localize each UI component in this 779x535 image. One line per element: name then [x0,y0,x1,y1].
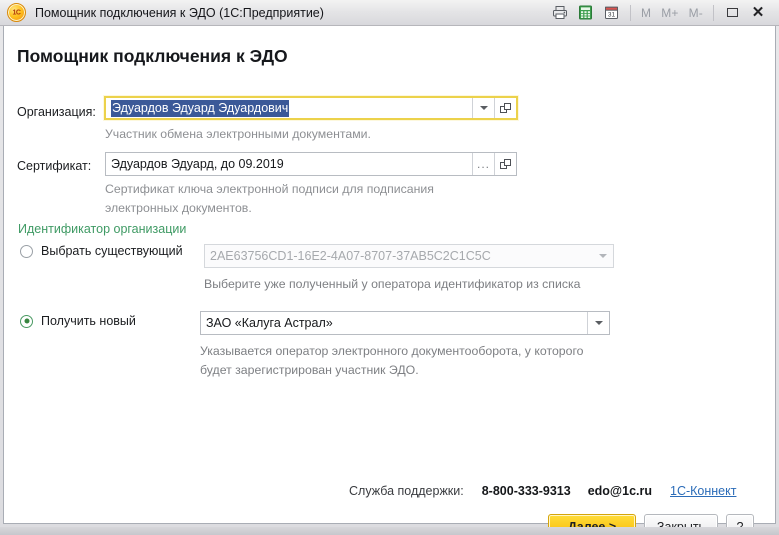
maximize-icon [726,8,738,17]
calculator-icon[interactable] [574,3,598,23]
organization-label: Организация: [17,105,96,119]
radio-new-identifier[interactable]: Получить новый [20,314,136,328]
certificate-value: Эдуардов Эдуард, до 09.2019 [111,157,284,171]
operator-value: ЗАО «Калуга Астрал» [206,316,333,330]
print-icon[interactable] [548,3,572,23]
radio-new-identifier-indicator [20,314,33,328]
certificate-input[interactable]: Эдуардов Эдуард, до 09.2019 ... [105,152,517,176]
organization-value: Эдуардов Эдуард Эдуардович [111,99,290,117]
organization-hint: Участник обмена электронными документами… [105,127,371,141]
open-window-icon [500,158,511,170]
operator-hint-line1: Указывается оператор электронного докуме… [200,344,584,358]
certificate-label: Сертификат: [17,159,92,173]
organization-open-button[interactable] [494,98,516,118]
dialog-client-area: Помощник подключения к ЭДО Организация: … [3,26,776,535]
chevron-down-icon [479,106,488,110]
organization-input[interactable]: Эдуардов Эдуард Эдуардович [104,96,518,120]
memory-add-button[interactable]: M+ [656,6,683,20]
window-controls-divider [713,4,714,21]
operator-hint-line2: будет зарегистрирован участник ЭДО. [200,363,419,377]
certificate-hint-line2: электронных документов. [105,201,252,215]
memory-recall-button[interactable]: M [636,6,656,20]
operator-dropdown-button[interactable] [587,312,609,334]
open-window-icon [500,102,511,114]
svg-text:31: 31 [608,12,616,19]
support-phone: 8-800-333-9313 [481,484,571,498]
1c-logo-icon [7,3,26,22]
identifier-section-title: Идентификатор организации [18,222,187,236]
support-line: Служба поддержки: 8-800-333-9313 edo@1c.… [349,484,736,498]
window-titlebar: Помощник подключения к ЭДО (1С:Предприят… [0,0,779,26]
existing-identifier-dropdown-button[interactable] [592,245,613,267]
existing-identifier-input[interactable]: 2AE63756CD1-16E2-4A07-8707-37AB5C2C1C5C [204,244,614,268]
support-email: edo@1c.ru [587,484,652,498]
certificate-hint-line1: Сертификат ключа электронной подписи для… [105,182,434,196]
close-icon: ✕ [751,4,765,21]
titlebar-tools: 31 M M+ M- ✕ [547,0,779,25]
1c-connect-link[interactable]: 1С-Коннект [670,484,736,498]
memory-subtract-button[interactable]: M- [684,6,708,20]
existing-identifier-hint: Выберите уже полученный у оператора иден… [204,277,581,291]
support-label: Служба поддержки: [349,484,464,498]
chevron-down-icon [594,321,603,325]
window-bottom-frame [0,527,779,535]
edo-connection-wizard-window: Помощник подключения к ЭДО (1С:Предприят… [0,0,779,535]
operator-input[interactable]: ЗАО «Калуга Астрал» [200,311,610,335]
ellipsis-icon: ... [476,157,490,171]
certificate-open-button[interactable] [494,153,516,175]
page-title: Помощник подключения к ЭДО [17,45,288,66]
toolbar-divider [629,4,631,21]
close-button[interactable]: ✕ [745,3,771,23]
maximize-button[interactable] [719,3,745,23]
radio-existing-identifier[interactable]: Выбрать существующий [20,244,183,258]
existing-identifier-value: 2AE63756CD1-16E2-4A07-8707-37AB5C2C1C5C [210,249,491,263]
organization-dropdown-button[interactable] [472,98,494,118]
organization-value-wrap: Эдуардов Эдуард Эдуардович [106,98,472,118]
radio-new-identifier-label: Получить новый [41,314,136,328]
window-title: Помощник подключения к ЭДО (1С:Предприят… [35,5,324,20]
calendar-icon[interactable]: 31 [600,3,624,23]
radio-existing-identifier-indicator [20,244,33,258]
chevron-down-icon [598,254,607,258]
certificate-select-button[interactable]: ... [472,153,494,175]
radio-existing-identifier-label: Выбрать существующий [41,244,183,258]
